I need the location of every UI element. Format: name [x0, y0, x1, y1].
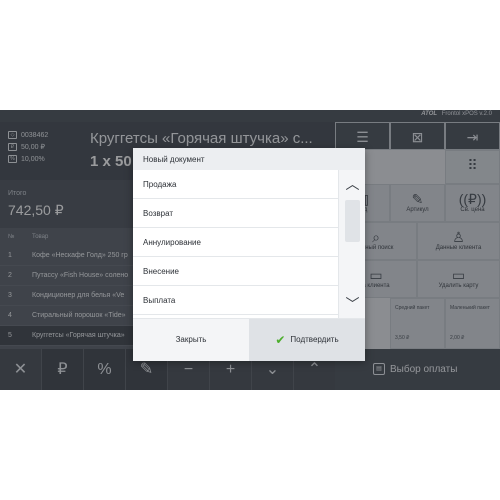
option-payout[interactable]: Выплата	[133, 286, 338, 315]
check-icon: ✔	[275, 333, 286, 347]
list-scrollbar[interactable]: ︿ ﹀	[338, 170, 365, 318]
scroll-thumb[interactable]	[345, 200, 360, 242]
close-button[interactable]: Закрыть	[133, 319, 249, 361]
new-document-dialog: Новый документ Продажа Возврат Аннулиров…	[133, 148, 365, 361]
pos-screen: ATOL Frontol xPOS v.2.0 ◇ 0038462 ₽50,00 …	[0, 110, 500, 390]
close-label: Закрыть	[175, 335, 207, 344]
confirm-button[interactable]: ✔ Подтвердить	[249, 319, 365, 361]
dialog-title: Новый документ	[133, 148, 365, 170]
option-deposit[interactable]: Внесение	[133, 257, 338, 286]
option-return[interactable]: Возврат	[133, 199, 338, 228]
document-type-list: Продажа Возврат Аннулирование Внесение В…	[133, 170, 338, 318]
option-cancellation[interactable]: Аннулирование	[133, 228, 338, 257]
chevron-down-icon[interactable]: ﹀	[339, 294, 366, 314]
dialog-footer: Закрыть ✔ Подтвердить	[133, 318, 365, 361]
chevron-up-icon[interactable]: ︿	[339, 174, 366, 194]
confirm-label: Подтвердить	[290, 335, 339, 345]
option-sale[interactable]: Продажа	[133, 170, 338, 199]
